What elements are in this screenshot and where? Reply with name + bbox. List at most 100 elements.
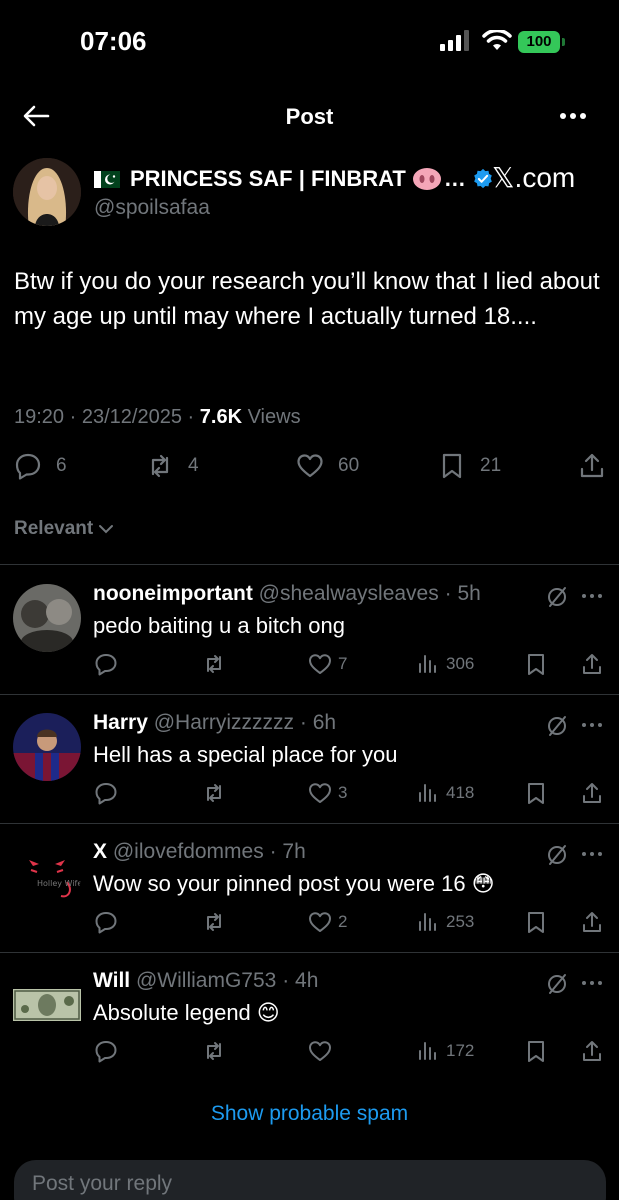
reply-views-count: 172: [446, 1041, 475, 1060]
reply-more-icon[interactable]: [580, 717, 604, 733]
reply-author-name[interactable]: Harry: [93, 711, 148, 734]
more-icon[interactable]: [556, 102, 590, 130]
reply-item[interactable]: nooneimportant @shealwaysleaves · 5h ped…: [0, 566, 619, 695]
reply-repost-button[interactable]: [202, 1039, 226, 1063]
reply-views-button[interactable]: 418: [416, 781, 474, 805]
show-probable-spam-link[interactable]: Show probable spam: [0, 1102, 619, 1126]
reply-text: Absolute legend 😊: [93, 1000, 280, 1026]
reply-more-icon[interactable]: [580, 588, 604, 604]
reply-avatar[interactable]: [13, 971, 81, 1039]
author-name[interactable]: PRINCESS SAF | FINBRAT: [130, 166, 406, 192]
bookmark-icon: [528, 654, 544, 675]
reply-repost-button[interactable]: [202, 781, 226, 805]
flushed-emoji: 😳: [471, 871, 495, 896]
author-handle[interactable]: @spoilsafaa: [94, 196, 210, 220]
post-meta: 19:20 · 23/12/2025 · 7.6K Views: [14, 406, 301, 429]
reply-item[interactable]: Holley Wife X @ilovefdommes · 7h Wow so …: [0, 824, 619, 953]
reply-author-handle[interactable]: @ilovefdommes: [113, 840, 264, 863]
reply-author-handle[interactable]: @Harryizzzzzz: [154, 711, 294, 734]
reply-author-name[interactable]: nooneimportant: [93, 582, 253, 605]
like-count: 60: [338, 455, 360, 476]
reply-action-bar: 2 253: [0, 910, 619, 940]
reply-like-count: 2: [338, 912, 348, 931]
author-avatar[interactable]: [13, 158, 81, 226]
reply-composer[interactable]: [14, 1160, 606, 1200]
sort-dropdown[interactable]: Relevant: [14, 518, 115, 540]
reply-views-button[interactable]: 306: [416, 652, 474, 676]
reply-age: 5h: [457, 582, 481, 605]
reply-action-bar: 7 306: [0, 652, 619, 682]
post-date: 23/12/2025: [81, 406, 182, 428]
reply-share-button[interactable]: [580, 781, 604, 805]
reply-share-button[interactable]: [580, 652, 604, 676]
repost-button[interactable]: 4: [146, 452, 199, 480]
reply-bookmark-button[interactable]: [524, 910, 548, 934]
reply-text: Wow so your pinned post you were 16 😳: [93, 871, 495, 897]
status-bar: 07:06 100: [0, 0, 619, 80]
reply-share-button[interactable]: [580, 910, 604, 934]
reply-age: 7h: [282, 840, 306, 863]
views-icon: [419, 913, 436, 931]
reply-reply-button[interactable]: [94, 1039, 118, 1063]
reply-more-icon[interactable]: [580, 846, 604, 862]
status-time: 07:06: [80, 26, 147, 56]
reply-like-button[interactable]: [308, 1039, 338, 1063]
repost-icon: [151, 454, 169, 478]
reply-more-icon[interactable]: [580, 975, 604, 991]
views-count: 7.6K: [199, 406, 243, 428]
reply-avatar[interactable]: [13, 584, 81, 652]
share-button[interactable]: [578, 452, 606, 480]
repost-icon: [207, 1042, 221, 1060]
reply-like-button[interactable]: 7: [308, 652, 347, 676]
post-action-bar: 6 4 60 21: [0, 452, 619, 486]
page-title: Post: [285, 104, 334, 129]
pig-nose-emoji-icon: [412, 168, 441, 190]
share-icon: [583, 1041, 601, 1061]
reply-icon: [95, 654, 117, 676]
reply-header: X @ilovefdommes · 7h: [93, 840, 306, 864]
mute-icon[interactable]: [544, 842, 570, 868]
reply-author-handle[interactable]: @shealwaysleaves: [259, 582, 439, 605]
mute-icon[interactable]: [544, 584, 570, 610]
nav-bar: Post: [0, 88, 619, 146]
reply-repost-button[interactable]: [202, 910, 226, 934]
mute-icon[interactable]: [544, 713, 570, 739]
wifi-icon: [482, 30, 512, 50]
sort-label: Relevant: [14, 518, 94, 539]
reply-share-button[interactable]: [580, 1039, 604, 1063]
reply-author-handle[interactable]: @WilliamG753: [136, 969, 276, 992]
reply-views-count: 418: [446, 783, 475, 802]
reply-reply-button[interactable]: [94, 652, 118, 676]
reply-separator: ·: [444, 582, 452, 605]
reply-avatar-text: Holley Wife: [37, 879, 81, 888]
reply-like-button[interactable]: 3: [308, 781, 347, 805]
author-line: PRINCESS SAF | FINBRAT …: [94, 164, 494, 194]
reply-button[interactable]: 6: [14, 452, 67, 480]
reply-bookmark-button[interactable]: [524, 781, 548, 805]
reply-input[interactable]: [32, 1172, 572, 1196]
reply-author-name[interactable]: X: [93, 840, 107, 863]
reply-views-button[interactable]: 253: [416, 910, 474, 934]
mute-icon[interactable]: [544, 971, 570, 997]
reply-like-button[interactable]: 2: [308, 910, 347, 934]
reply-text-body: Absolute legend: [93, 1000, 251, 1025]
reply-avatar[interactable]: Holley Wife: [13, 842, 81, 910]
reply-bookmark-button[interactable]: [524, 1039, 548, 1063]
like-button[interactable]: 60: [296, 452, 359, 480]
reply-author-name[interactable]: Will: [93, 969, 130, 992]
reply-reply-button[interactable]: [94, 781, 118, 805]
reply-header: Harry @Harryizzzzzz · 6h: [93, 711, 336, 735]
divider: [0, 564, 619, 565]
post-text: Btw if you do your research you’ll know …: [14, 268, 607, 330]
bookmark-count: 21: [480, 455, 502, 476]
reply-views-button[interactable]: 172: [416, 1039, 474, 1063]
reply-bookmark-button[interactable]: [524, 652, 548, 676]
reply-item[interactable]: Harry @Harryizzzzzz · 6h Hell has a spec…: [0, 695, 619, 824]
reply-avatar[interactable]: [13, 713, 81, 781]
reply-item[interactable]: Will @WilliamG753 · 4h Absolute legend 😊…: [0, 953, 619, 1082]
reply-repost-button[interactable]: [202, 652, 226, 676]
bookmark-button[interactable]: 21: [438, 452, 501, 480]
reply-age: 6h: [312, 711, 337, 734]
reply-reply-button[interactable]: [94, 910, 118, 934]
reply-separator: ·: [282, 969, 290, 992]
